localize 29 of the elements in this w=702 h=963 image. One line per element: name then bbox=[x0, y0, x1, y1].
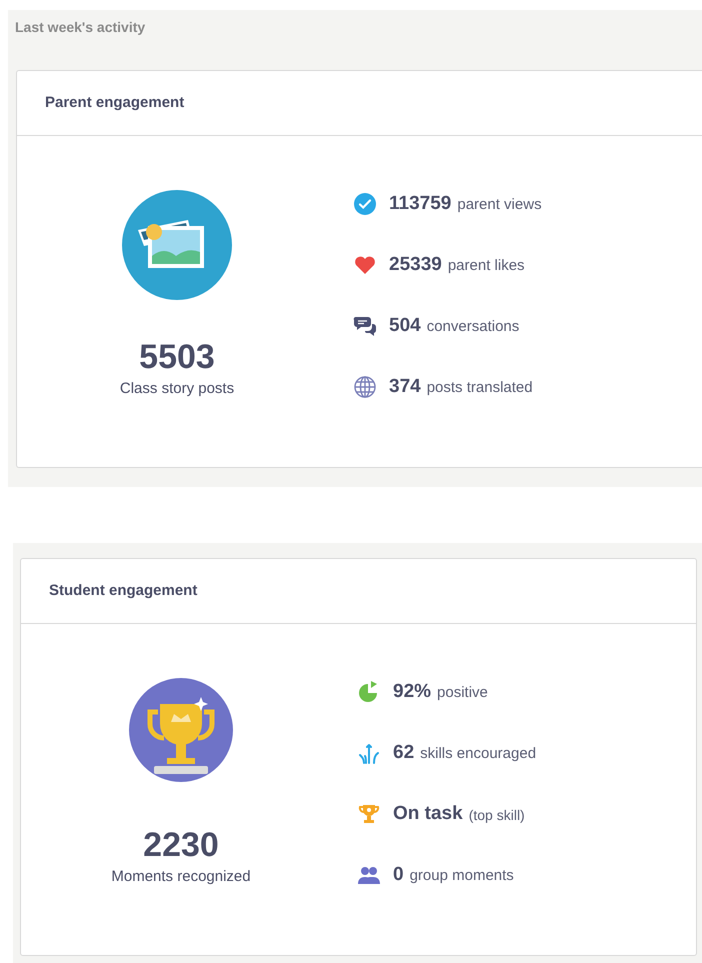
hero-number: 5503 bbox=[139, 338, 215, 376]
photos-icon bbox=[122, 190, 232, 300]
chat-icon bbox=[353, 314, 377, 338]
stat-value: On task bbox=[393, 802, 463, 826]
hero-number: 2230 bbox=[143, 826, 219, 864]
stat-value: 25339 bbox=[389, 252, 442, 277]
sprout-icon bbox=[357, 741, 381, 765]
stat-value: 92% bbox=[393, 680, 432, 704]
hero-label: Class story posts bbox=[120, 379, 234, 400]
stat-label: conversations bbox=[426, 316, 520, 337]
hero-label: Moments recognized bbox=[111, 867, 251, 888]
trophy-icon bbox=[357, 802, 381, 826]
stat-label: parent views bbox=[457, 194, 542, 215]
stat-label: skills encouraged bbox=[420, 744, 536, 764]
globe-icon bbox=[353, 375, 377, 399]
card-title: Student engagement bbox=[49, 580, 198, 601]
stat-label: group moments bbox=[410, 866, 514, 886]
stat-value: 374 bbox=[389, 374, 421, 399]
stat-value: 113759 bbox=[389, 192, 452, 216]
stat-value: 0 bbox=[393, 862, 404, 887]
stat-label: (top skill) bbox=[468, 806, 525, 825]
card-title: Parent engagement bbox=[45, 92, 184, 113]
section-title: Last week's activity bbox=[15, 18, 146, 37]
stat-value: 504 bbox=[389, 314, 421, 338]
stat-label: positive bbox=[437, 682, 488, 703]
stat-value: 62 bbox=[393, 740, 414, 765]
stat-label: posts translated bbox=[426, 378, 533, 398]
check-icon bbox=[353, 192, 377, 216]
stat-label: parent likes bbox=[448, 256, 525, 276]
